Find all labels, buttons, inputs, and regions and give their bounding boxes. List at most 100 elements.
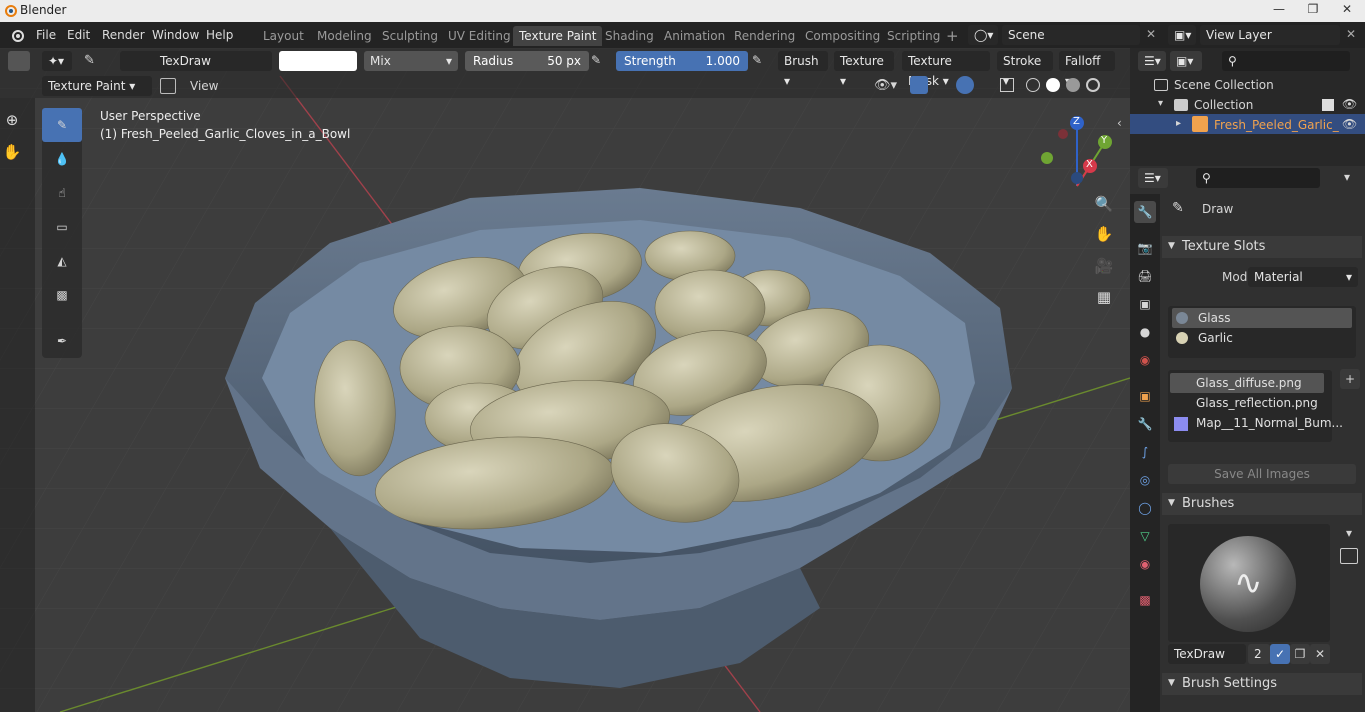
tab-texture-paint[interactable]: Texture Paint — [513, 26, 603, 46]
camera-view-icon[interactable]: 🎥 — [1092, 254, 1116, 278]
fake-user-shield-icon[interactable]: ✓ — [1270, 644, 1290, 664]
tab-layout[interactable]: Layout — [257, 26, 310, 46]
scene-remove-icon[interactable]: ✕ — [1146, 27, 1156, 41]
scene-collection-label[interactable]: Scene Collection — [1174, 78, 1274, 92]
scene-field[interactable]: Scene — [1002, 25, 1140, 45]
tab-render-icon[interactable]: 📷 — [1134, 237, 1156, 259]
object-expand-icon[interactable]: ▸ — [1176, 118, 1181, 129]
outliner-display-icon[interactable]: ▣▾ — [1170, 51, 1202, 71]
brush-image-icon[interactable] — [1340, 548, 1358, 564]
outliner-search[interactable]: ⚲ — [1222, 51, 1350, 71]
mode-select[interactable]: Material ▾ — [1248, 267, 1358, 287]
tab-compositing[interactable]: Compositing — [799, 26, 886, 46]
mask-tool-icon[interactable]: ▩ — [42, 278, 82, 312]
brush-menu-icon[interactable]: ▾ — [1340, 526, 1358, 542]
gizmo-z-label[interactable]: Z — [1073, 116, 1080, 127]
unlink-brush-icon[interactable]: ✕ — [1310, 644, 1330, 664]
tab-scene-icon[interactable]: ● — [1134, 321, 1156, 343]
tab-scripting[interactable]: Scripting — [881, 26, 946, 46]
tab-shading[interactable]: Shading — [599, 26, 660, 46]
properties-search[interactable]: ⚲ — [1196, 168, 1320, 188]
gizmo-toggle-icon[interactable] — [910, 76, 928, 94]
radius-slider[interactable]: Radius 50 px — [465, 51, 589, 71]
menu-help[interactable]: Help — [206, 28, 233, 42]
menu-render[interactable]: Render — [102, 28, 145, 42]
editor-type-icon[interactable] — [8, 51, 30, 71]
image-slot-normal-map[interactable]: Map__11_Normal_Bum... — [1170, 413, 1343, 433]
material-shading-icon[interactable] — [1066, 78, 1080, 92]
tab-output-icon[interactable]: 🖨 — [1134, 265, 1156, 287]
menu-window[interactable]: Window — [152, 28, 199, 42]
ortho-toggle-icon[interactable]: ▦ — [1092, 285, 1116, 309]
menu-edit[interactable]: Edit — [67, 28, 90, 42]
view-layer-field[interactable]: View Layer — [1200, 25, 1340, 45]
tab-tool-icon[interactable]: 🔧 — [1134, 201, 1156, 223]
pan-icon[interactable]: ✋ — [1092, 222, 1116, 246]
smear-tool-icon[interactable]: ☝ — [42, 176, 82, 210]
brush-color-swatch[interactable] — [279, 51, 357, 71]
maximize-button[interactable]: ❐ — [1296, 0, 1330, 20]
brush-name-field[interactable]: TexDraw — [120, 51, 272, 71]
mask-toggle-icon[interactable] — [160, 78, 176, 94]
wireframe-shading-icon[interactable] — [1026, 78, 1040, 92]
texture-mask-menu[interactable]: Texture Mask ▾ — [902, 51, 990, 88]
menu-file[interactable]: File — [36, 28, 56, 42]
brush-users-count[interactable]: 2 — [1248, 644, 1270, 664]
collection-checkbox[interactable] — [1322, 99, 1334, 111]
xray-icon[interactable] — [1000, 78, 1014, 92]
sidebar-toggle-icon[interactable]: ‹ — [1117, 116, 1122, 130]
tool-settings-icon[interactable]: ✦▾ — [42, 51, 72, 71]
object-label[interactable]: Fresh_Peeled_Garlic_ — [1214, 118, 1339, 132]
tab-animation[interactable]: Animation — [658, 26, 731, 46]
strength-pressure-icon[interactable]: ✎ — [752, 53, 762, 67]
tab-view-layer-icon[interactable]: ▣ — [1134, 293, 1156, 315]
brushes-header[interactable]: Brushes — [1162, 493, 1362, 515]
stroke-menu[interactable]: Stroke ▾ — [997, 51, 1053, 88]
minimize-button[interactable]: — — [1262, 0, 1296, 20]
zoom-icon[interactable]: 🔍 — [1092, 192, 1116, 216]
image-slot-glass-reflection[interactable]: Glass_reflection.png — [1170, 393, 1324, 413]
annotate-tool-icon[interactable]: ✒ — [42, 324, 82, 358]
tab-physics-icon[interactable]: ◎ — [1134, 469, 1156, 491]
duplicate-brush-icon[interactable]: ❐ — [1290, 644, 1310, 664]
view-layer-selector-icon[interactable]: ▣▾ — [1168, 25, 1196, 45]
save-all-images-button[interactable]: Save All Images — [1168, 464, 1356, 484]
close-button[interactable]: ✕ — [1330, 0, 1364, 20]
brush-icon[interactable]: ✎ — [84, 53, 95, 68]
pan-left-icon[interactable]: ✋ — [0, 140, 24, 164]
scene-selector-icon[interactable]: ◯▾ — [968, 25, 998, 45]
tab-sculpting[interactable]: Sculpting — [376, 26, 444, 46]
fill-tool-icon[interactable]: ◭ — [42, 244, 82, 278]
tab-material-icon[interactable]: ◉ — [1134, 553, 1156, 575]
tab-particles-icon[interactable]: ∫ — [1134, 441, 1156, 463]
brush-settings-collapse-icon[interactable]: ▼ — [1168, 678, 1175, 688]
rendered-shading-icon[interactable] — [1086, 78, 1100, 92]
tab-object-icon[interactable]: ▣ — [1134, 385, 1156, 407]
solid-shading-icon[interactable] — [1046, 78, 1060, 92]
brush-settings-header[interactable]: Brush Settings — [1162, 673, 1362, 695]
add-workspace-icon[interactable]: + — [940, 26, 965, 46]
tab-rendering[interactable]: Rendering — [728, 26, 801, 46]
visibility-icon[interactable]: 👁▾ — [874, 78, 897, 93]
brushes-collapse-icon[interactable]: ▼ — [1168, 498, 1175, 508]
radius-pressure-icon[interactable]: ✎ — [591, 53, 601, 67]
image-slot-glass-diffuse[interactable]: Glass_diffuse.png — [1170, 373, 1324, 393]
properties-editor-icon[interactable]: ☰▾ — [1138, 168, 1168, 188]
collection-label[interactable]: Collection — [1194, 98, 1253, 112]
add-image-icon[interactable]: + — [1340, 369, 1360, 389]
overlay-toggle-icon[interactable] — [956, 76, 974, 94]
tab-constraints-icon[interactable]: ◯ — [1134, 497, 1156, 519]
tab-world-icon[interactable]: ◉ — [1134, 349, 1156, 371]
gizmo-y-label[interactable]: Y — [1101, 135, 1107, 146]
draw-tool-icon[interactable]: ✎ — [42, 108, 82, 142]
properties-options-icon[interactable]: ▾ — [1344, 170, 1350, 184]
object-visibility-icon[interactable]: 👁 — [1342, 117, 1357, 131]
tab-modeling[interactable]: Modeling — [311, 26, 378, 46]
collection-expand-icon[interactable]: ▾ — [1158, 98, 1163, 109]
outliner-editor-icon[interactable]: ☰▾ — [1138, 51, 1166, 71]
view-layer-remove-icon[interactable]: ✕ — [1346, 27, 1356, 41]
view-menu[interactable]: View — [190, 79, 218, 93]
collection-visibility-icon[interactable]: 👁 — [1342, 97, 1357, 111]
texture-menu[interactable]: Texture ▾ — [834, 51, 894, 88]
gizmo-x-label[interactable]: X — [1086, 159, 1093, 170]
